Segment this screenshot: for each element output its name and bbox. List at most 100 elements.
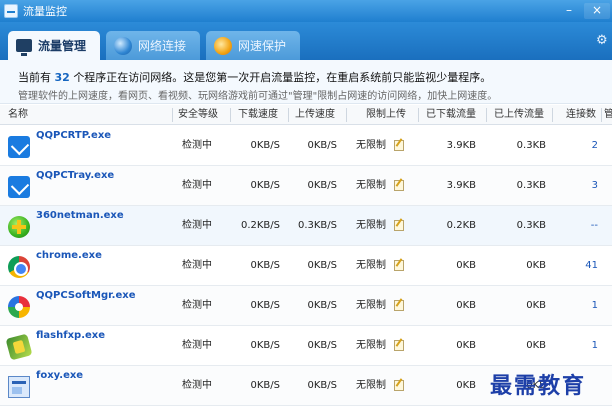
column-divider[interactable] — [346, 108, 347, 122]
process-name: QQPCSoftMgr.exe — [36, 290, 136, 301]
tab-label: 网速保护 — [238, 39, 287, 53]
edit-icon[interactable] — [394, 300, 404, 311]
tab-label: 网络连接 — [138, 39, 187, 53]
download-speed: 0KB/S — [250, 260, 281, 271]
edit-icon[interactable] — [394, 380, 404, 391]
uploaded-total: 0.3KB — [516, 180, 546, 191]
upload-speed: 0KB/S — [307, 340, 338, 351]
title-bar: 流量监控 – × — [0, 0, 612, 22]
table-row[interactable]: QQPCSoftMgr.exe 检测中 0KB/S 0KB/S 无限制 0KB … — [0, 286, 612, 326]
downloaded-total: 0KB — [456, 340, 476, 351]
process-count: 32 — [54, 71, 70, 84]
connection-count[interactable]: 3 — [566, 166, 598, 206]
download-speed: 0KB/S — [250, 140, 281, 151]
process-name: chrome.exe — [36, 250, 102, 261]
monitor-icon — [16, 39, 32, 56]
connection-count[interactable]: -- — [566, 206, 598, 246]
security-level: 检测中 — [182, 300, 212, 311]
edit-icon[interactable] — [394, 260, 404, 271]
info-suffix: 个程序正在访问网络。这是您第一次开启流量监控，在重启系统前只能监视少量程序。 — [73, 71, 492, 84]
connection-count[interactable]: 2 — [566, 126, 598, 166]
watermark: 最需教育 — [490, 373, 587, 399]
upload-limit: 无限制 — [356, 300, 386, 311]
foxy-icon — [8, 376, 30, 398]
process-name: flashfxp.exe — [36, 330, 106, 341]
uploaded-total: 0.3KB — [516, 140, 546, 151]
table-row[interactable]: QQPCTray.exe 检测中 0KB/S 0KB/S 无限制 3.9KB 0… — [0, 166, 612, 206]
uploaded-total: 0KB — [526, 340, 546, 351]
globe-icon — [114, 36, 132, 55]
column-divider[interactable] — [172, 108, 173, 122]
flashfxp-icon — [5, 333, 33, 361]
table-row[interactable]: QQPCRTP.exe 检测中 0KB/S 0KB/S 无限制 3.9KB 0.… — [0, 126, 612, 166]
downloaded-total: 0KB — [456, 380, 476, 391]
security-level: 检测中 — [182, 140, 212, 151]
info-prefix: 当前有 — [18, 71, 51, 84]
upload-limit: 无限制 — [356, 260, 386, 271]
uploaded-total: 0.3KB — [516, 220, 546, 231]
connection-count[interactable]: 1 — [566, 326, 598, 366]
upload-limit: 无限制 — [356, 340, 386, 351]
column-divider[interactable] — [486, 108, 487, 122]
security-level: 检测中 — [182, 260, 212, 271]
upload-limit: 无限制 — [356, 220, 386, 231]
edit-icon[interactable] — [394, 180, 404, 191]
shield-icon — [214, 36, 232, 55]
info-line-2: 管理软件的上网速度，看网页、看视频、玩网络游戏前可通过"管理"限制占网速的访问网… — [18, 91, 498, 102]
security-level: 检测中 — [182, 340, 212, 351]
column-header-connections[interactable]: 连接数 — [566, 105, 596, 125]
edit-icon[interactable] — [394, 140, 404, 151]
column-header-downloaded[interactable]: 已下载流量 — [426, 105, 476, 125]
process-name: foxy.exe — [36, 370, 84, 381]
tab-label: 流量管理 — [38, 39, 87, 53]
column-header-up-speed[interactable]: 上传速度 — [295, 105, 335, 125]
table-row[interactable]: chrome.exe 检测中 0KB/S 0KB/S 无限制 0KB 0KB 4… — [0, 246, 612, 286]
downloaded-total: 0.2KB — [446, 220, 476, 231]
gear-icon[interactable]: ⚙ — [596, 34, 610, 48]
column-header-limit-upload[interactable]: 限制上传 — [366, 105, 406, 125]
edit-icon[interactable] — [394, 340, 404, 351]
upload-limit: 无限制 — [356, 380, 386, 391]
table-row[interactable]: 360netman.exe 检测中 0.2KB/S 0.3KB/S 无限制 0.… — [0, 206, 612, 246]
column-header-manage[interactable]: 管 — [604, 105, 612, 125]
column-header-security[interactable]: 安全等级 — [178, 105, 218, 125]
upload-limit: 无限制 — [356, 140, 386, 151]
table-row[interactable]: flashfxp.exe 检测中 0KB/S 0KB/S 无限制 0KB 0KB… — [0, 326, 612, 366]
column-divider[interactable] — [601, 108, 602, 122]
tab-speed-protection[interactable]: 网速保护 — [206, 31, 300, 60]
process-name: QQPCTray.exe — [36, 170, 115, 181]
security-level: 检测中 — [182, 380, 212, 391]
downloaded-total: 3.9KB — [446, 140, 476, 151]
column-header-uploaded[interactable]: 已上传流量 — [494, 105, 544, 125]
column-divider[interactable] — [418, 108, 419, 122]
tab-network-connections[interactable]: 网络连接 — [106, 31, 200, 60]
table-header: 名称 安全等级 下载速度 上传速度 限制上传 已下载流量 已上传流量 连接数 — [0, 105, 612, 125]
security-level: 检测中 — [182, 180, 212, 191]
column-header-name[interactable]: 名称 — [8, 105, 28, 125]
minimize-button[interactable]: – — [556, 3, 582, 19]
column-header-down-speed[interactable]: 下载速度 — [238, 105, 278, 125]
downloaded-total: 0KB — [456, 300, 476, 311]
downloaded-total: 3.9KB — [446, 180, 476, 191]
tab-traffic-management[interactable]: 流量管理 — [8, 31, 100, 60]
column-divider[interactable] — [552, 108, 553, 122]
download-speed: 0KB/S — [250, 380, 281, 391]
upload-speed: 0KB/S — [307, 260, 338, 271]
qq-pc-manager-icon — [8, 136, 30, 158]
upload-speed: 0KB/S — [307, 380, 338, 391]
upload-limit: 无限制 — [356, 180, 386, 191]
360-icon — [8, 216, 30, 238]
traffic-monitor-icon — [4, 4, 18, 18]
column-divider[interactable] — [288, 108, 289, 122]
qq-pc-manager-icon — [8, 176, 30, 198]
column-divider[interactable] — [230, 108, 231, 122]
connection-count[interactable]: 1 — [566, 286, 598, 326]
info-panel: 当前有 32 个程序正在访问网络。这是您第一次开启流量监控，在重启系统前只能监视… — [0, 60, 612, 104]
uploaded-total: 0KB — [526, 300, 546, 311]
close-button[interactable]: × — [584, 3, 610, 19]
uploaded-total: 0KB — [526, 260, 546, 271]
download-speed: 0.2KB/S — [240, 220, 280, 231]
connection-count[interactable]: 41 — [566, 246, 598, 286]
edit-icon[interactable] — [394, 220, 404, 231]
security-level: 检测中 — [182, 220, 212, 231]
